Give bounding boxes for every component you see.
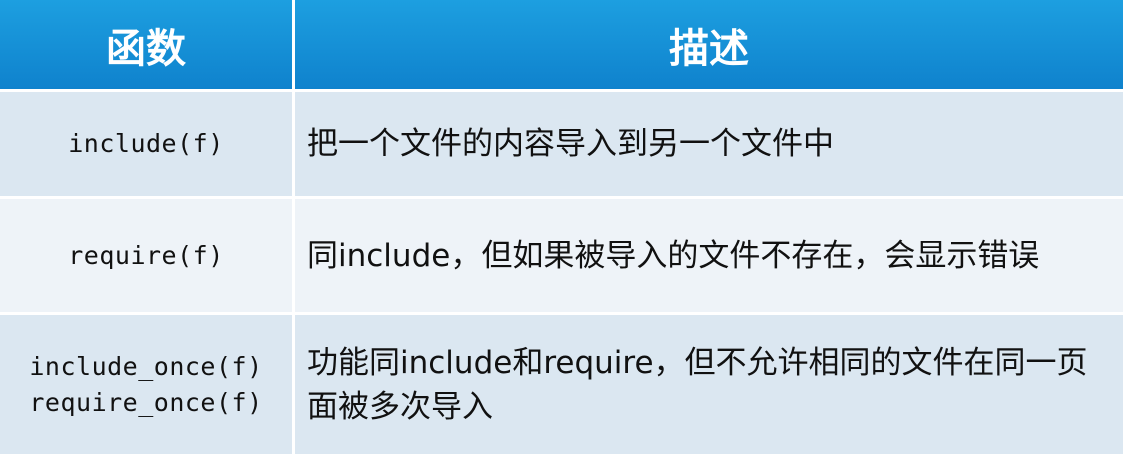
function-name: include(f) [68,129,224,158]
header-function: 函数 [0,0,295,89]
description-cell: 功能同include和require，但不允许相同的文件在同一页面被多次导入 [295,312,1123,454]
table-row: include(f) 把一个文件的内容导入到另一个文件中 [0,89,1123,196]
function-cell: require(f) [0,196,295,312]
function-name: include_once(f) [29,351,263,381]
function-cell: include(f) [0,89,295,196]
table-header-row: 函数 描述 [0,0,1123,89]
function-cell: include_once(f) require_once(f) [0,312,295,454]
description-cell: 同include，但如果被导入的文件不存在，会显示错误 [295,196,1123,312]
table-row: require(f) 同include，但如果被导入的文件不存在，会显示错误 [0,196,1123,312]
description-cell: 把一个文件的内容导入到另一个文件中 [295,89,1123,196]
function-table: 函数 描述 include(f) 把一个文件的内容导入到另一个文件中 requi… [0,0,1123,455]
table-row: include_once(f) require_once(f) 功能同inclu… [0,312,1123,454]
php-include-table: 函数 描述 include(f) 把一个文件的内容导入到另一个文件中 requi… [0,0,1123,454]
header-description: 描述 [295,0,1123,89]
function-name: require(f) [68,240,224,270]
function-name: require_once(f) [29,387,263,417]
